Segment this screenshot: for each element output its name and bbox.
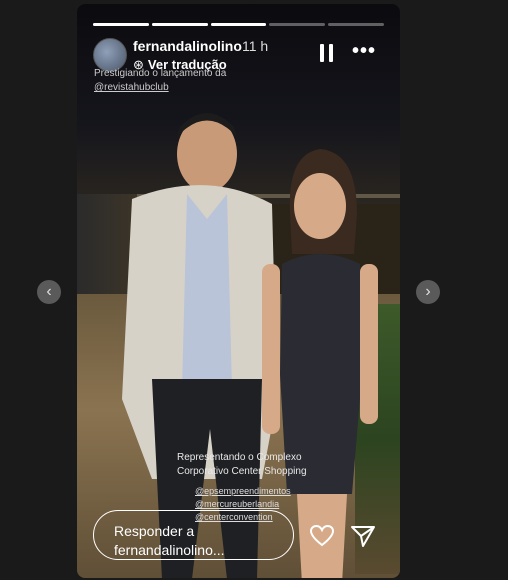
progress-fill: [151, 23, 208, 26]
overlay-line: Representando o Complexo: [177, 452, 302, 463]
chevron-left-icon: ‹: [46, 283, 52, 300]
story-overlay-text: Representando o Complexo Corporativo Cen…: [177, 451, 307, 479]
progress-fill: [93, 23, 149, 26]
more-options-button[interactable]: •••: [352, 41, 376, 61]
mention-tag[interactable]: @epsempreendimentos: [195, 486, 291, 496]
heart-icon[interactable]: [309, 524, 335, 548]
more-icon: •••: [352, 40, 377, 62]
pause-icon: [320, 44, 324, 62]
caption-mention-link[interactable]: @revistahubclub: [94, 82, 169, 93]
mention-tag[interactable]: @mercureuberlandia: [195, 499, 279, 509]
progress-segment: [210, 23, 267, 26]
progress-fill: [210, 23, 267, 26]
next-story-button[interactable]: ›: [416, 280, 440, 304]
progress-segment: [269, 23, 326, 26]
progress-segment: [93, 23, 149, 26]
pause-button[interactable]: [320, 44, 334, 62]
overlay-line: Corporativo Center Shopping: [177, 466, 307, 477]
story-viewer: fernandalinolino 11 h ⊛ Ver tradução Pres…: [77, 4, 400, 578]
reply-input[interactable]: Responder a fernandalinolino...: [93, 510, 294, 560]
pause-icon: [329, 44, 333, 62]
reply-placeholder: fernandalinolino...: [114, 542, 225, 558]
progress-segment: [151, 23, 208, 26]
story-progress-bar: [93, 23, 384, 26]
previous-story-button[interactable]: ‹: [37, 280, 61, 304]
progress-segment: [328, 23, 384, 26]
reply-placeholder: Responder a: [114, 523, 195, 539]
chevron-right-icon: ›: [425, 283, 431, 300]
share-icon[interactable]: [350, 524, 376, 548]
story-caption: Prestigiando o lançamento da: [94, 68, 227, 79]
story-time: 11 h: [242, 38, 269, 54]
story-username[interactable]: fernandalinolino: [133, 38, 242, 54]
